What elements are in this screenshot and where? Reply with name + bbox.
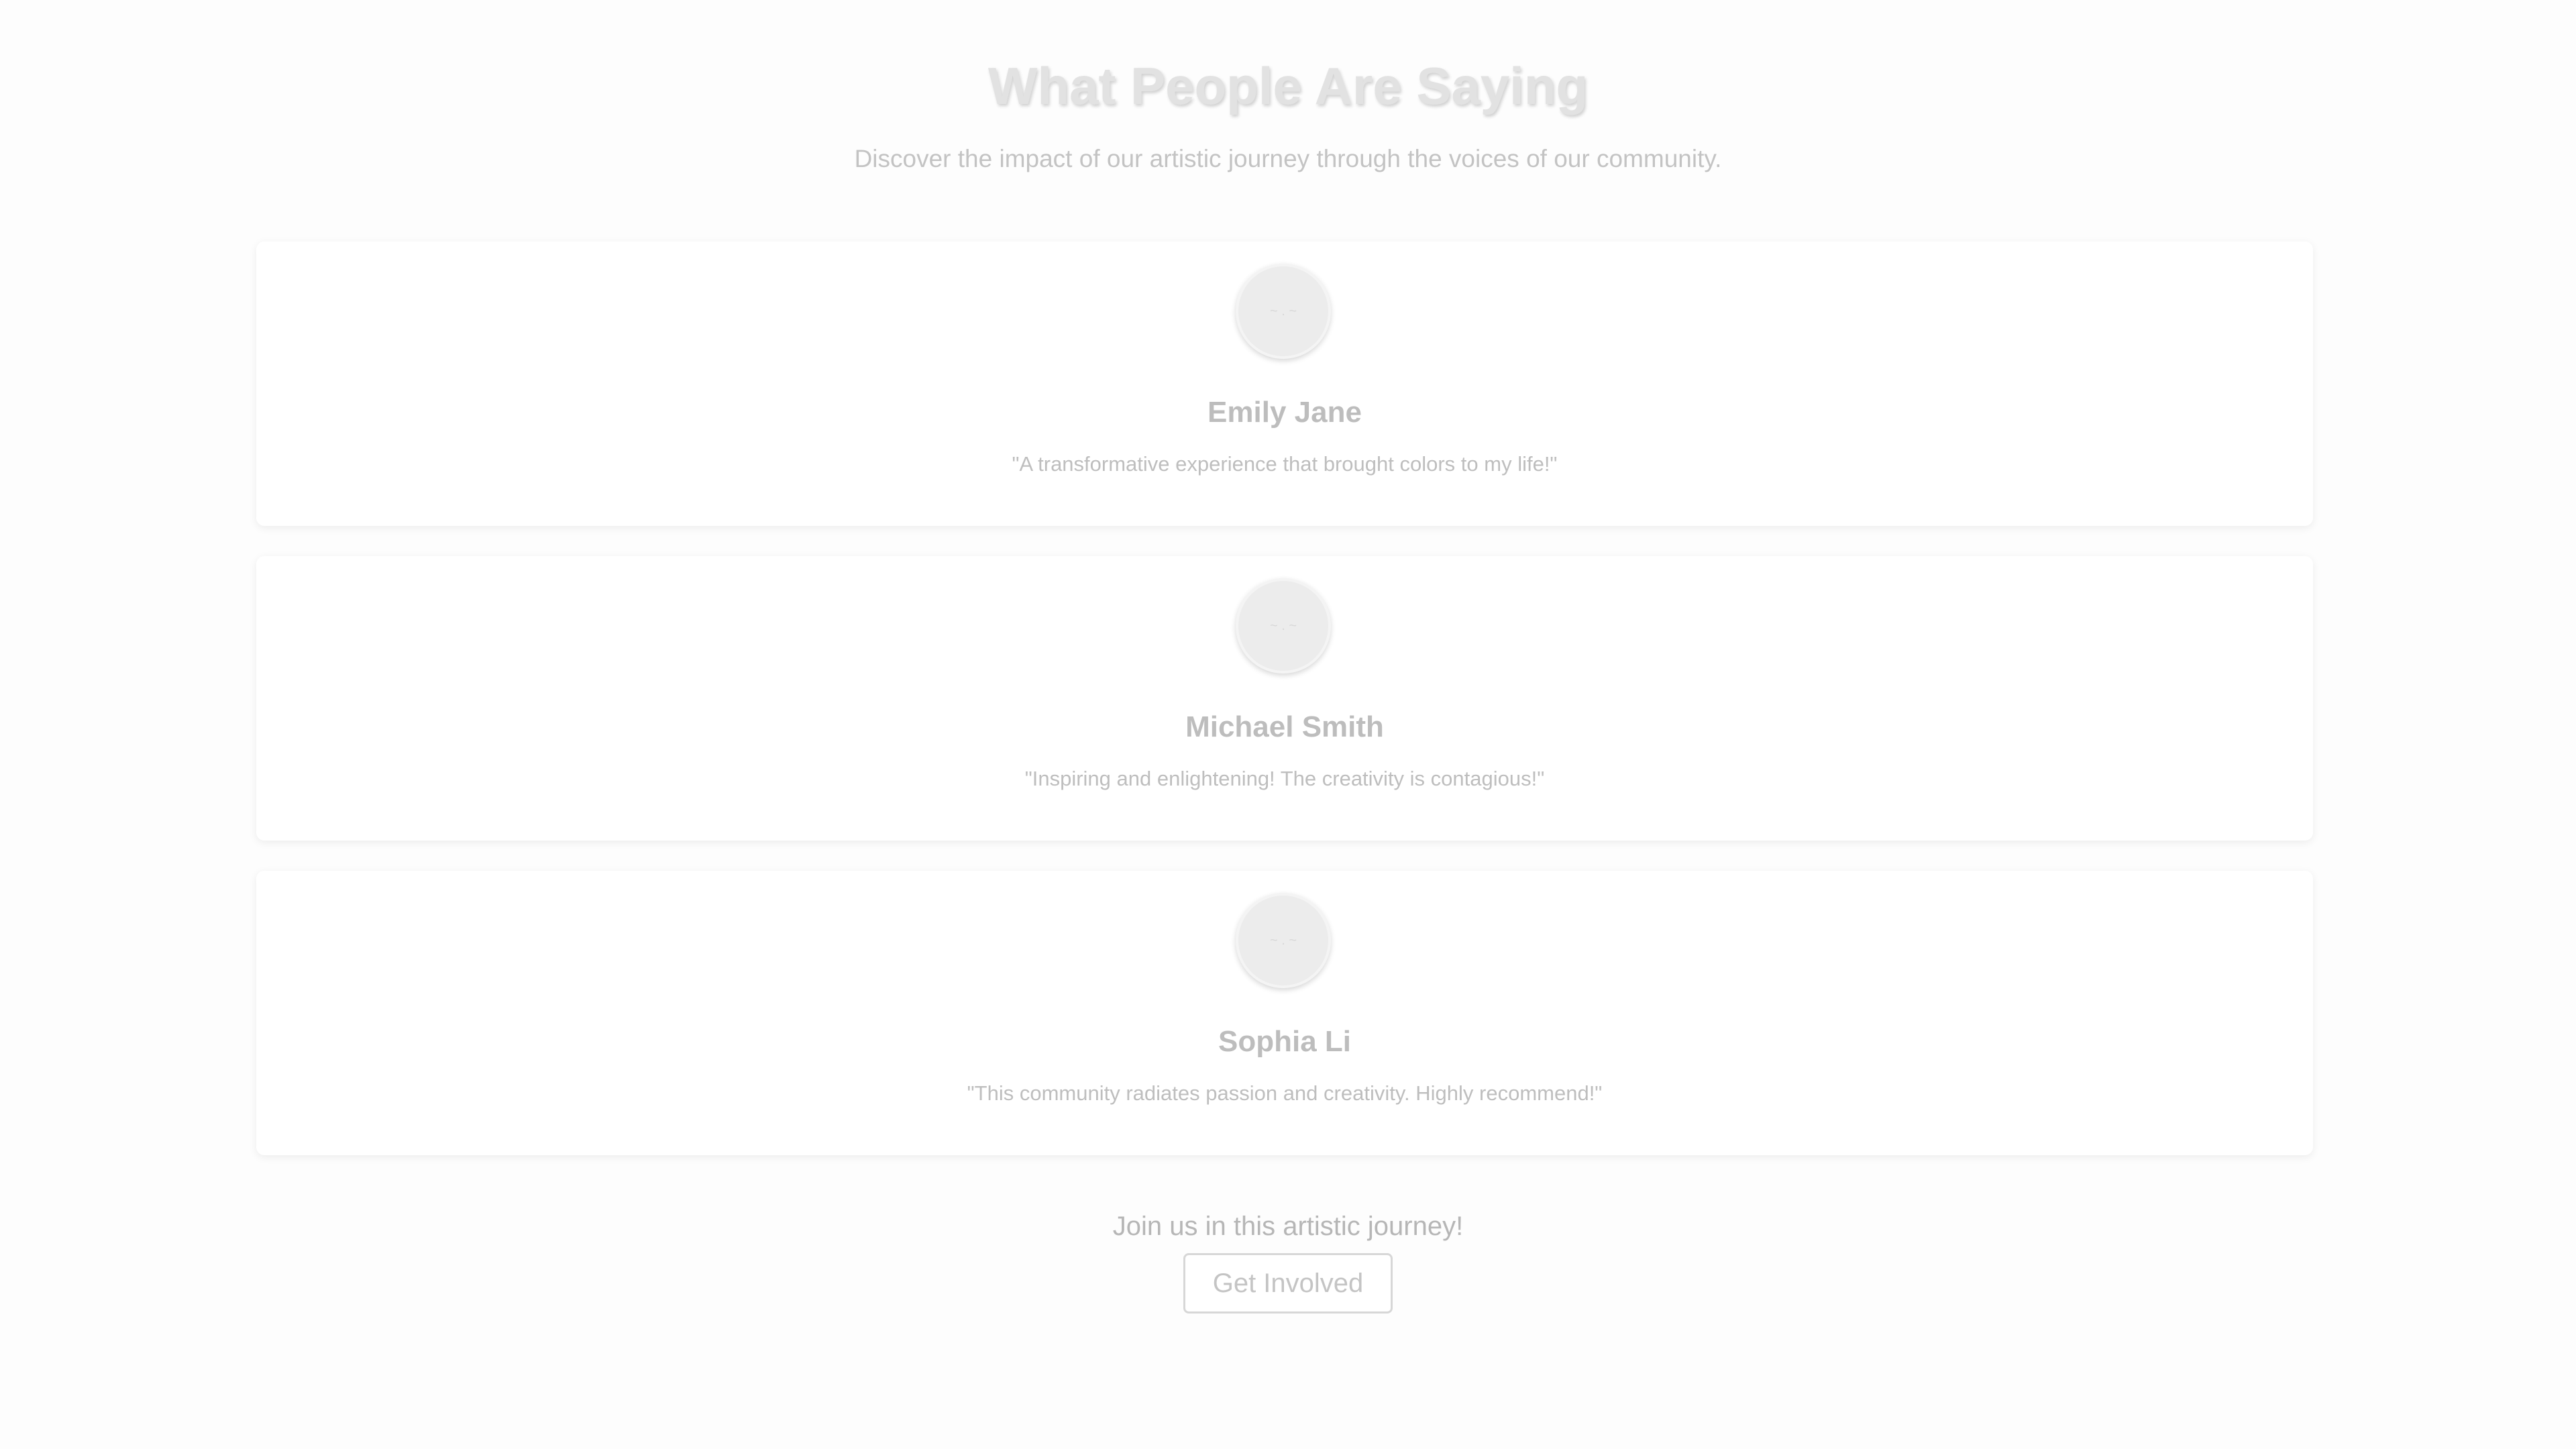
testimonial-quote: "This community radiates passion and cre… [967,1081,1603,1105]
avatar: ~ . ~ [1236,578,1331,674]
testimonial-card: ~ . ~ Emily Jane "A transformative exper… [256,241,2313,526]
testimonials-page: What People Are Saying Discover the impa… [0,0,2576,1449]
testimonial-card: ~ . ~ Michael Smith "Inspiring and enlig… [256,556,2313,841]
testimonial-card: ~ . ~ Sophia Li "This community radiates… [256,871,2313,1155]
page-title: What People Are Saying [987,56,1589,115]
avatar: ~ . ~ [1236,893,1331,988]
avatar-placeholder-icon: ~ . ~ [1269,932,1297,948]
avatar: ~ . ~ [1236,264,1331,359]
cta-text: Join us in this artistic journey! [1112,1212,1464,1241]
avatar-placeholder-icon: ~ . ~ [1269,303,1297,319]
avatar-placeholder-icon: ~ . ~ [1269,618,1297,633]
testimonial-name: Sophia Li [1218,1025,1351,1058]
get-involved-button[interactable]: Get Involved [1183,1253,1393,1313]
page-subtitle: Discover the impact of our artistic jour… [854,145,1722,172]
testimonial-name: Emily Jane [1208,396,1362,429]
testimonial-name: Michael Smith [1185,710,1384,743]
testimonial-quote: "A transformative experience that brough… [1012,452,1558,476]
testimonial-quote: "Inspiring and enlightening! The creativ… [1024,767,1545,790]
